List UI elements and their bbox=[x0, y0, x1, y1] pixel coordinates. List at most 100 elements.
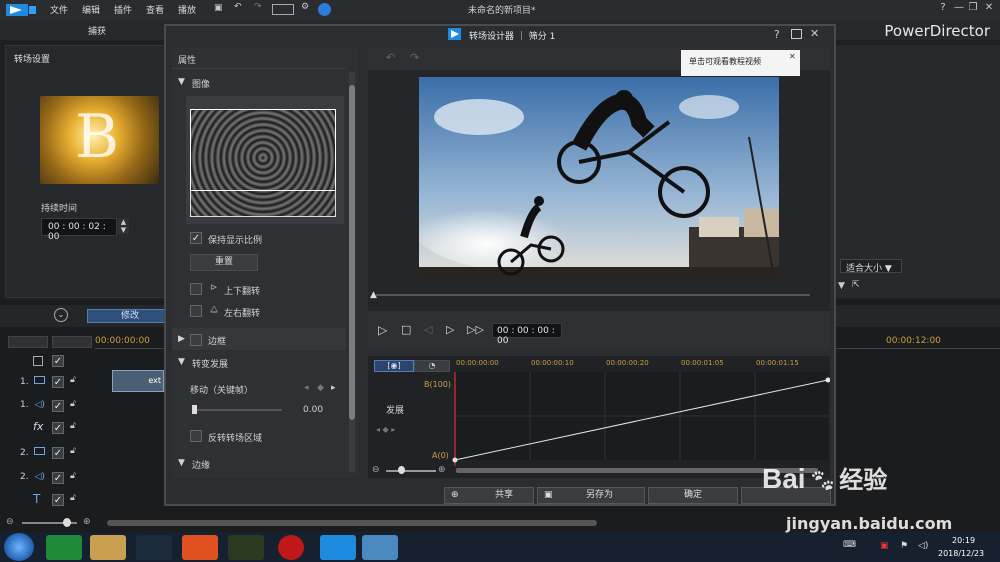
move-slider-thumb[interactable] bbox=[192, 405, 197, 414]
minimize-button[interactable]: — bbox=[952, 2, 966, 16]
scrubber-thumb[interactable]: ▲ bbox=[370, 290, 377, 300]
chevron-down-icon[interactable]: ▼ bbox=[178, 77, 185, 87]
aspect-ratio-icon[interactable] bbox=[272, 4, 294, 15]
zoom-slider-thumb[interactable] bbox=[63, 518, 71, 527]
preview-scrubber[interactable] bbox=[376, 294, 810, 296]
timeline-scrollbar[interactable] bbox=[107, 520, 597, 526]
menu-plugins[interactable]: 插件 bbox=[114, 3, 132, 16]
lock-icon[interactable]: 🔓︎ bbox=[70, 421, 76, 431]
track-1-video-enable[interactable]: ✓ bbox=[52, 376, 64, 388]
keep-ratio-checkbox[interactable]: ✓ bbox=[190, 232, 202, 244]
lock-icon[interactable]: 🔓︎ bbox=[70, 446, 76, 456]
tutorial-tooltip[interactable]: 单击可观看教程视频 bbox=[681, 50, 800, 76]
props-scrollbar-thumb[interactable] bbox=[349, 85, 355, 420]
flip-horizontal-checkbox[interactable] bbox=[190, 305, 202, 317]
menu-view[interactable]: 查看 bbox=[146, 3, 164, 16]
kf-zoom-in-icon[interactable]: ⊕ bbox=[438, 465, 446, 475]
maximize-icon[interactable] bbox=[791, 29, 802, 39]
browser-360-icon[interactable] bbox=[46, 535, 82, 560]
chevron-down-icon[interactable]: ▼ bbox=[178, 458, 185, 468]
duration-input[interactable]: 00 : 00 : 02 : 00 bbox=[41, 218, 117, 242]
save-icon[interactable]: ▣ bbox=[214, 3, 223, 13]
external-link-icon[interactable]: ⇱ bbox=[852, 280, 860, 290]
play-icon[interactable]: ▷ bbox=[378, 323, 387, 337]
firefox-icon[interactable] bbox=[182, 535, 218, 560]
volume-icon[interactable]: ◁) bbox=[918, 541, 928, 551]
redo-icon[interactable]: ↷ bbox=[410, 51, 419, 64]
collapse-icon[interactable]: ⌄ bbox=[54, 308, 68, 322]
network-icon[interactable]: ▣ bbox=[880, 541, 889, 551]
ok-button[interactable]: 确定 bbox=[648, 487, 738, 504]
reverse-area-checkbox[interactable] bbox=[190, 430, 202, 442]
border-checkbox[interactable] bbox=[190, 334, 202, 346]
image-section-title[interactable]: 图像 bbox=[192, 77, 210, 90]
undo-icon[interactable]: ↶ bbox=[386, 51, 395, 64]
share-button[interactable]: ⊕ 共享 bbox=[444, 487, 534, 504]
start-button-icon[interactable] bbox=[4, 533, 34, 561]
save-as-button[interactable]: ▣ 另存为 bbox=[537, 487, 645, 504]
menu-edit[interactable]: 编辑 bbox=[82, 3, 100, 16]
kf-zoom-slider[interactable] bbox=[386, 470, 436, 472]
duration-spinner[interactable]: ▲ ▼ bbox=[118, 218, 129, 234]
next-frame-icon[interactable]: ▷ bbox=[446, 323, 454, 336]
lock-icon[interactable]: 🔓︎ bbox=[70, 471, 76, 481]
notepad-icon[interactable] bbox=[362, 535, 398, 560]
video-editor-icon[interactable] bbox=[228, 535, 264, 560]
chevron-down-icon[interactable]: ▼ bbox=[178, 357, 185, 367]
close-icon[interactable]: ✕ bbox=[810, 27, 819, 40]
qq-icon[interactable] bbox=[136, 535, 172, 560]
chevron-down-icon[interactable]: ▼ bbox=[838, 281, 845, 291]
flip-vertical-checkbox[interactable] bbox=[190, 283, 202, 295]
menu-file[interactable]: 文件 bbox=[50, 3, 68, 16]
edge-section-title[interactable]: 边缘 bbox=[192, 458, 210, 471]
tab-capture[interactable]: 捕获 bbox=[78, 22, 116, 39]
redo-icon[interactable]: ↷ bbox=[254, 2, 262, 12]
restore-button[interactable]: ❐ bbox=[966, 2, 980, 16]
lock-icon[interactable]: 🔓︎ bbox=[70, 493, 76, 503]
help-icon[interactable]: ? bbox=[774, 28, 780, 41]
powerdirector-task-icon[interactable] bbox=[320, 535, 356, 560]
zoom-out-icon[interactable]: ⊖ bbox=[6, 517, 14, 527]
timeline-clip[interactable]: ext bbox=[112, 370, 164, 392]
prev-keyframe-icon[interactable]: ◂ bbox=[304, 383, 309, 393]
move-slider[interactable] bbox=[192, 409, 282, 411]
close-button[interactable]: ✕ bbox=[982, 2, 996, 16]
track-2-video-enable[interactable]: ✓ bbox=[52, 447, 64, 459]
kf-prev-icon[interactable]: ◂ ◆ ▸ bbox=[376, 425, 395, 434]
track-all-checkbox[interactable] bbox=[33, 356, 43, 366]
track-manager-button[interactable] bbox=[8, 336, 48, 348]
next-keyframe-icon[interactable]: ▸ bbox=[331, 383, 336, 393]
menu-play[interactable]: 播放 bbox=[178, 3, 196, 16]
chevron-right-icon[interactable]: ▶ bbox=[178, 334, 185, 344]
settings-gear-icon[interactable]: ⚙ bbox=[301, 2, 309, 12]
modify-button[interactable]: 修改 bbox=[87, 309, 173, 323]
stop-icon[interactable]: □ bbox=[401, 323, 411, 336]
fit-size-select[interactable]: 适合大小 ▼ bbox=[840, 259, 902, 274]
mask-selection-box[interactable] bbox=[190, 109, 336, 191]
tooltip-close-icon[interactable]: ✕ bbox=[789, 52, 796, 61]
fast-forward-icon[interactable]: ▷▷ bbox=[467, 323, 484, 336]
lock-icon[interactable]: 🔓︎ bbox=[70, 375, 76, 385]
record-icon[interactable] bbox=[278, 535, 304, 560]
transition-section-title[interactable]: 转变发展 bbox=[192, 357, 228, 370]
undo-icon[interactable]: ↶ bbox=[234, 2, 242, 12]
track-label: 1. bbox=[20, 377, 29, 387]
kf-zoom-out-icon[interactable]: ⊖ bbox=[372, 465, 380, 475]
prev-frame-icon[interactable]: ◁ bbox=[424, 323, 432, 336]
fit-timeline-button[interactable] bbox=[52, 336, 92, 348]
zoom-in-icon[interactable]: ⊕ bbox=[83, 517, 91, 527]
reset-button[interactable]: 重置 bbox=[190, 254, 258, 271]
fx-track-enable[interactable]: ✓ bbox=[52, 422, 64, 434]
kf-zoom-thumb[interactable] bbox=[398, 466, 405, 474]
add-keyframe-icon[interactable]: ◆ bbox=[317, 383, 324, 393]
lock-icon[interactable]: 🔓︎ bbox=[70, 399, 76, 409]
flag-icon[interactable]: ⚑ bbox=[900, 541, 908, 551]
text-track-enable[interactable]: ✓ bbox=[52, 494, 64, 506]
keyboard-icon[interactable]: ⌨ bbox=[843, 540, 856, 550]
track-1-audio-enable[interactable]: ✓ bbox=[52, 400, 64, 412]
file-explorer-icon[interactable] bbox=[90, 535, 126, 560]
help-button[interactable]: ? bbox=[936, 2, 950, 16]
track-2-audio-enable[interactable]: ✓ bbox=[52, 472, 64, 484]
account-icon[interactable] bbox=[318, 3, 331, 16]
track-all-enable-checkbox[interactable]: ✓ bbox=[52, 355, 64, 367]
